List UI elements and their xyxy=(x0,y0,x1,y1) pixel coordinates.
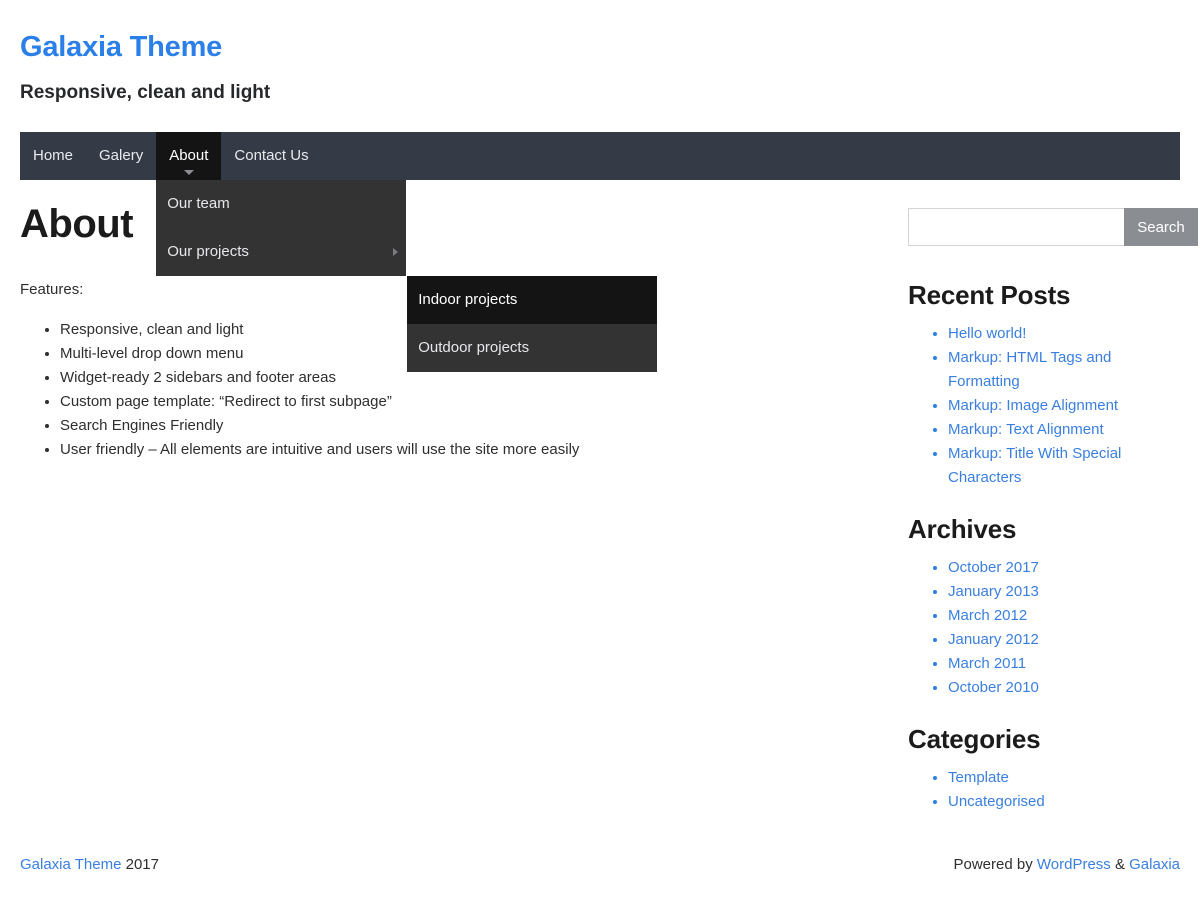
list-item[interactable]: Markup: Image Alignment xyxy=(948,394,1180,418)
recent-post-link[interactable]: Markup: Text Alignment xyxy=(948,421,1104,438)
list-item: Custom page template: “Redirect to first… xyxy=(60,390,660,414)
list-item[interactable]: March 2011 xyxy=(948,652,1180,676)
page-root: Galaxia Theme Responsive, clean and ligh… xyxy=(0,0,1200,900)
footer-powered-prefix: Powered by xyxy=(953,856,1036,873)
footer-ampersand: & xyxy=(1111,856,1129,873)
recent-post-link[interactable]: Markup: HTML Tags and Formatting xyxy=(948,349,1111,390)
nav-item-galery[interactable]: Galery xyxy=(86,132,156,180)
list-item[interactable]: Markup: Text Alignment xyxy=(948,418,1180,442)
search-form: Search xyxy=(908,208,1180,246)
widget-title-recent-posts: Recent Posts xyxy=(908,278,1180,312)
archive-link[interactable]: March 2011 xyxy=(948,655,1026,672)
submenu-item-our-team[interactable]: Our team xyxy=(156,180,406,228)
widget-recent-posts: Recent Posts Hello world! Markup: HTML T… xyxy=(908,278,1180,490)
nav-item-home[interactable]: Home xyxy=(20,132,86,180)
nav-link-home[interactable]: Home xyxy=(20,132,86,180)
footer-credit-right: Powered by WordPress & Galaxia xyxy=(953,853,1180,877)
recent-post-link[interactable]: Hello world! xyxy=(948,325,1026,342)
nav-item-contact-us[interactable]: Contact Us xyxy=(221,132,321,180)
footer-galaxia-link[interactable]: Galaxia xyxy=(1129,856,1180,873)
list-item[interactable]: March 2012 xyxy=(948,604,1180,628)
chevron-down-icon xyxy=(184,170,194,175)
widget-title-categories: Categories xyxy=(908,722,1180,756)
list-item[interactable]: January 2013 xyxy=(948,580,1180,604)
main-navigation: Home Galery About Our team Our projects xyxy=(20,132,1180,180)
site-title: Galaxia Theme xyxy=(20,28,1180,66)
list-item[interactable]: Template xyxy=(948,766,1180,790)
list-item[interactable]: Hello world! xyxy=(948,322,1180,346)
submenu-item-outdoor-projects[interactable]: Outdoor projects xyxy=(407,324,657,372)
recent-post-link[interactable]: Markup: Title With Special Characters xyxy=(948,445,1121,486)
footer-year: 2017 xyxy=(126,856,159,873)
widget-title-archives: Archives xyxy=(908,512,1180,546)
site-header: Galaxia Theme Responsive, clean and ligh… xyxy=(20,28,1180,106)
list-item: Search Engines Friendly xyxy=(60,414,660,438)
list-item[interactable]: October 2017 xyxy=(948,556,1180,580)
list-item[interactable]: Markup: Title With Special Characters xyxy=(948,442,1180,490)
sidebar: Search Recent Posts Hello world! Markup:… xyxy=(908,208,1180,836)
archive-link[interactable]: January 2013 xyxy=(948,583,1039,600)
nav-link-contact-us[interactable]: Contact Us xyxy=(221,132,321,180)
submenu-link-indoor-projects[interactable]: Indoor projects xyxy=(407,276,657,324)
submenu-link-our-projects[interactable]: Our projects xyxy=(156,228,406,276)
footer-credit-left: Galaxia Theme 2017 xyxy=(20,853,159,877)
chevron-right-icon xyxy=(393,248,398,256)
nav-list: Home Galery About Our team Our projects xyxy=(20,132,1180,180)
list-item[interactable]: October 2010 xyxy=(948,676,1180,700)
list-item: User friendly – All elements are intuiti… xyxy=(60,438,660,462)
list-item[interactable]: Uncategorised xyxy=(948,790,1180,814)
archive-link[interactable]: March 2012 xyxy=(948,607,1027,624)
site-footer: Galaxia Theme 2017 Powered by WordPress … xyxy=(20,845,1180,887)
nav-item-about[interactable]: About Our team Our projects Indoor proje… xyxy=(156,132,221,180)
archive-link[interactable]: January 2012 xyxy=(948,631,1039,648)
submenu-item-indoor-projects[interactable]: Indoor projects xyxy=(407,276,657,324)
site-description: Responsive, clean and light xyxy=(20,66,1180,106)
search-button[interactable]: Search xyxy=(1124,208,1198,246)
search-input[interactable] xyxy=(908,208,1124,246)
widget-archives: Archives October 2017 January 2013 March… xyxy=(908,512,1180,700)
footer-wordpress-link[interactable]: WordPress xyxy=(1037,856,1111,873)
site-title-link[interactable]: Galaxia Theme xyxy=(20,31,222,63)
list-item[interactable]: January 2012 xyxy=(948,628,1180,652)
archives-list: October 2017 January 2013 March 2012 Jan… xyxy=(908,556,1180,700)
recent-post-link[interactable]: Markup: Image Alignment xyxy=(948,397,1118,414)
archive-link[interactable]: October 2017 xyxy=(948,559,1039,576)
recent-posts-list: Hello world! Markup: HTML Tags and Forma… xyxy=(908,322,1180,490)
archive-link[interactable]: October 2010 xyxy=(948,679,1039,696)
submenu-about: Our team Our projects Indoor projects Ou… xyxy=(156,180,406,276)
footer-theme-link[interactable]: Galaxia Theme xyxy=(20,856,121,873)
submenu-our-projects: Indoor projects Outdoor projects xyxy=(407,276,657,372)
categories-list: Template Uncategorised xyxy=(908,766,1180,814)
submenu-item-our-projects[interactable]: Our projects Indoor projects Outdoor pro… xyxy=(156,228,406,276)
category-link[interactable]: Uncategorised xyxy=(948,793,1045,810)
list-item[interactable]: Markup: HTML Tags and Formatting xyxy=(948,346,1180,394)
submenu-link-outdoor-projects[interactable]: Outdoor projects xyxy=(407,324,657,372)
widget-categories: Categories Template Uncategorised xyxy=(908,722,1180,814)
submenu-link-our-team[interactable]: Our team xyxy=(156,180,406,228)
category-link[interactable]: Template xyxy=(948,769,1009,786)
nav-link-galery[interactable]: Galery xyxy=(86,132,156,180)
